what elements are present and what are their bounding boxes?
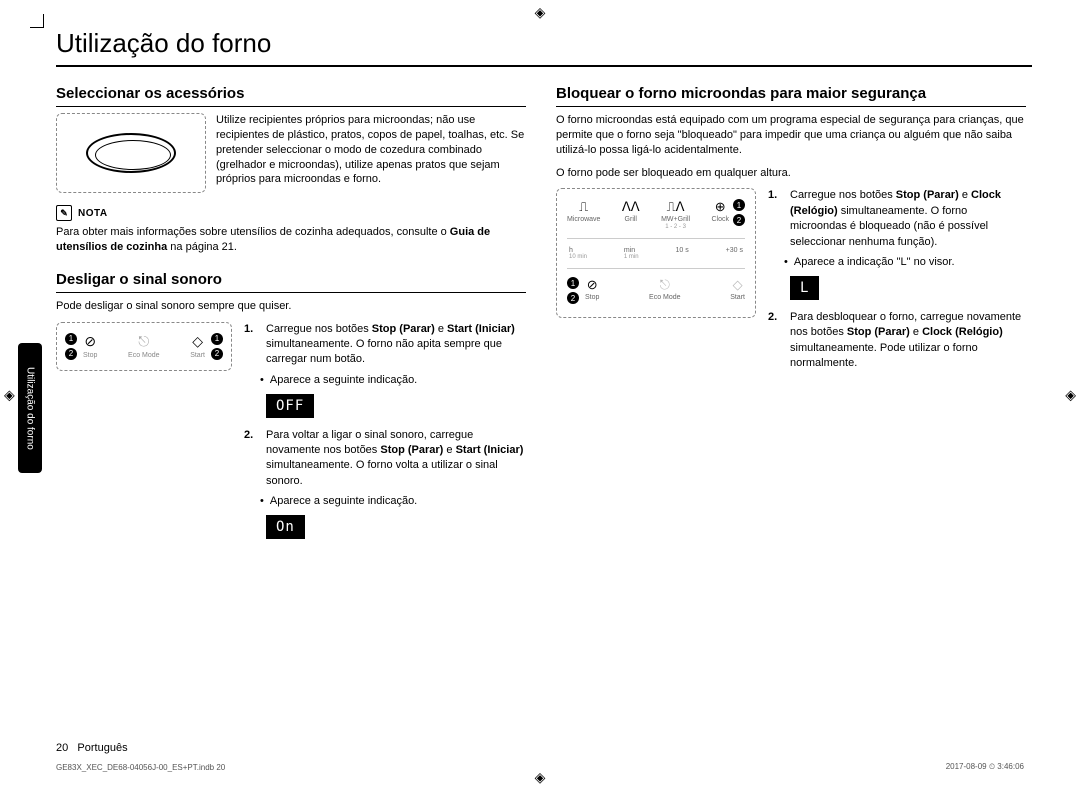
print-info-left: GE83X_XEC_DE68-04056J-00_ES+PT.indb 20 [56, 763, 225, 772]
lock-step1-bullet: Aparece a indicação "L" no visor. [784, 256, 1026, 268]
mwgrill-icon: ⎍ⴷMW+Grill1 - 2 - 3 [661, 199, 690, 230]
callouts-left: 1 2 [65, 333, 77, 360]
print-info-right: 2017-08-09 ⏲ 3:46:06 [946, 762, 1024, 772]
page-title: Utilização do forno [56, 28, 1032, 67]
display-off: OFF [266, 394, 314, 418]
step1-bullet: Aparece a seguinte indicação. [260, 374, 526, 386]
sound-steps: 1. Carregue nos botões Stop (Parar) e St… [244, 322, 526, 550]
stop-label: Stop [83, 352, 97, 359]
registration-mark-top: ◈ [535, 4, 546, 21]
note-label: NOTA [78, 208, 108, 219]
callouts-right: 1 2 [211, 333, 223, 360]
crop-mark [30, 14, 56, 40]
step-number: 1. [768, 188, 782, 250]
note-text: Para obter mais informações sobre utensí… [56, 225, 526, 255]
step-text: Carregue nos botões Stop (Parar) e Clock… [790, 188, 1026, 250]
lock-intro-2: O forno pode ser bloqueado em qualquer a… [556, 166, 1026, 181]
display-L: L [790, 276, 819, 300]
callout-2: 2 [65, 348, 77, 360]
step2-bullet: Aparece a seguinte indicação. [260, 495, 526, 507]
lock-steps: 1. Carregue nos botões Stop (Parar) e Cl… [768, 188, 1026, 377]
start-button-icon: ◇ Start [190, 333, 205, 359]
h-label: h10 min [569, 247, 587, 260]
step-text: Para desbloquear o forno, carregue novam… [790, 310, 1026, 372]
start-icon: ◇ [192, 333, 203, 350]
start-label: Start [190, 352, 205, 359]
left-column: Seleccionar os acessórios Utilize recipi… [56, 85, 526, 561]
control-panel-illustration: 1 2 ⊘ Stop ⎋ Eco Mode [56, 322, 232, 371]
step-number: 2. [768, 310, 782, 372]
stop-icon: ⊘ [84, 333, 96, 350]
right-column: Bloquear o forno microondas para maior s… [556, 85, 1026, 561]
heading-lock: Bloquear o forno microondas para maior s… [556, 85, 1026, 107]
note-text-part: Para obter mais informações sobre utensí… [56, 226, 450, 238]
page-content: Utilização do forno Utilização do forno … [56, 28, 1032, 748]
footer-lang: Português [77, 742, 127, 754]
side-tab: Utilização do forno [18, 343, 42, 473]
step-number: 2. [244, 428, 258, 490]
heading-accessories: Seleccionar os acessórios [56, 85, 526, 107]
clock-icon: ⊕Clock [711, 199, 729, 223]
stop-button-icon: ⊘ Stop [83, 333, 97, 359]
registration-mark-right: ◈ [1065, 387, 1076, 404]
display-on: On [266, 515, 305, 539]
callout-2: 2 [211, 348, 223, 360]
callout-1: 1 [65, 333, 77, 345]
registration-mark-bottom: ◈ [535, 769, 546, 786]
registration-mark-left: ◈ [4, 387, 15, 404]
note-text-part: na página 21. [167, 241, 237, 253]
heading-sound: Desligar o sinal sonoro [56, 271, 526, 293]
start-icon: ◇Start [730, 277, 745, 301]
thirty-s-label: +30 s [726, 247, 743, 260]
ten-s-label: 10 s [676, 247, 689, 260]
footer: 20 Português [56, 742, 128, 754]
eco-icon: ⎋Eco Mode [649, 277, 681, 301]
callouts-clock: 1 2 [733, 199, 745, 226]
grill-icon: ⴷⴷGrill [622, 199, 640, 230]
turntable-icon [86, 133, 176, 173]
eco-button-icon: ⎋ Eco Mode [128, 333, 160, 359]
min-label: min1 min [624, 247, 639, 260]
note-icon: ✎ [56, 205, 72, 221]
accessories-text: Utilize recipientes próprios para microo… [216, 113, 526, 187]
lock-panel-illustration: ⎍Microwave ⴷⴷGrill ⎍ⴷMW+Grill1 - 2 - 3 ⊕… [556, 188, 756, 318]
eco-label: Eco Mode [128, 352, 160, 359]
step-text: Para voltar a ligar o sinal sonoro, carr… [266, 428, 526, 490]
step-text: Carregue nos botões Stop (Parar) e Start… [266, 322, 526, 368]
eco-icon: ⎋ [138, 333, 149, 350]
callout-1: 1 [211, 333, 223, 345]
step-number: 1. [244, 322, 258, 368]
accessory-illustration-box [56, 113, 206, 193]
lock-intro-1: O forno microondas está equipado com um … [556, 113, 1026, 158]
sound-intro: Pode desligar o sinal sonoro sempre que … [56, 299, 526, 314]
stop-icon: ⊘Stop [585, 277, 599, 301]
microwave-icon: ⎍Microwave [567, 199, 600, 230]
callouts-stop: 1 2 [567, 277, 579, 304]
page-number: 20 [56, 742, 68, 754]
